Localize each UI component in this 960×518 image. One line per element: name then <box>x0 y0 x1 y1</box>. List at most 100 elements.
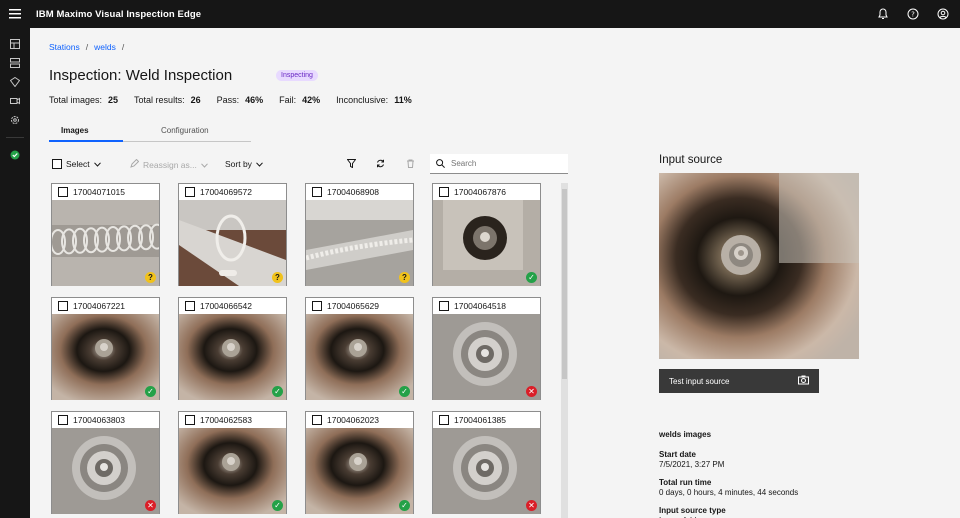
image-select-checkbox[interactable] <box>312 187 322 197</box>
image-id: 17004061385 <box>454 415 507 425</box>
image-card[interactable]: 17004067221 ✓ <box>51 297 160 400</box>
image-select-checkbox[interactable] <box>185 301 195 311</box>
image-id: 17004062023 <box>327 415 380 425</box>
app-title: IBM Maximo Visual Inspection Edge <box>36 8 202 20</box>
result-pass-icon: ✓ <box>526 272 537 283</box>
user-avatar-icon[interactable] <box>934 5 952 23</box>
image-card[interactable]: 17004062583 ✓ <box>178 411 287 514</box>
test-input-source-button[interactable]: Test input source <box>659 369 819 393</box>
input-source-preview-image <box>659 173 859 359</box>
breadcrumb-separator: / <box>121 42 125 52</box>
tab-configuration[interactable]: Configuration <box>161 126 209 135</box>
search-input[interactable] <box>451 159 561 168</box>
image-card[interactable]: 17004066542 ✓ <box>178 297 287 400</box>
image-select-checkbox[interactable] <box>185 415 195 425</box>
result-pass-icon: ✓ <box>272 500 283 511</box>
image-id: 17004067876 <box>454 187 507 197</box>
weld-thumbnail-image: ? <box>179 200 286 286</box>
card-header: 17004063803 <box>52 412 159 428</box>
image-id: 17004062583 <box>200 415 253 425</box>
image-select-checkbox[interactable] <box>439 187 449 197</box>
card-header: 17004064518 <box>433 298 540 314</box>
image-select-checkbox[interactable] <box>185 187 195 197</box>
breadcrumb-stations-link[interactable]: Stations <box>49 42 80 52</box>
image-card[interactable]: 17004071015? <box>51 183 160 286</box>
refresh-icon[interactable] <box>376 159 385 168</box>
weld-thumbnail-image: ✓ <box>179 428 286 514</box>
image-select-checkbox[interactable] <box>312 415 322 425</box>
tab-list: Images Configuration <box>49 124 251 142</box>
help-icon[interactable]: ? <box>904 5 922 23</box>
camera-icon <box>798 375 809 387</box>
dashboard-icon[interactable] <box>6 38 24 50</box>
image-id: 17004067221 <box>73 301 126 311</box>
result-fail-icon: ✕ <box>526 500 537 511</box>
card-header: 17004069572 <box>179 184 286 200</box>
run-time-value: 0 days, 0 hours, 4 minutes, 44 seconds <box>659 488 799 497</box>
stat-total-results: Total results: 26 <box>134 95 201 105</box>
hamburger-menu-icon[interactable] <box>0 0 30 28</box>
image-id: 17004071015 <box>73 187 126 197</box>
source-type-block: Input source typeImage folder <box>659 506 726 518</box>
image-select-checkbox[interactable] <box>312 301 322 311</box>
filter-icon[interactable] <box>347 159 356 168</box>
image-select-checkbox[interactable] <box>58 187 68 197</box>
card-header: 17004061385 <box>433 412 540 428</box>
image-card[interactable]: 17004069572? <box>178 183 287 286</box>
search-icon <box>436 155 445 173</box>
stat-fail: Fail: 42% <box>279 95 321 105</box>
top-header: IBM Maximo Visual Inspection Edge ? <box>0 0 960 28</box>
image-id: 17004068908 <box>327 187 380 197</box>
chevron-down-icon <box>93 159 101 169</box>
image-select-checkbox[interactable] <box>58 301 68 311</box>
breadcrumb: Stations / welds / <box>49 42 124 52</box>
image-grid: 17004071015? 17004069572? 17004068908? 1700… <box>51 183 556 518</box>
data-sets-icon[interactable] <box>6 57 24 69</box>
input-source-panel: Input source Test input source welds ima… <box>659 154 949 518</box>
tab-images[interactable]: Images <box>49 126 123 142</box>
delete-trash-icon[interactable] <box>406 159 415 168</box>
models-icon[interactable] <box>6 76 24 88</box>
image-card[interactable]: 17004064518 ✕ <box>432 297 541 400</box>
reassign-dropdown[interactable]: Reassign as... <box>130 158 208 170</box>
sort-by-dropdown[interactable]: Sort by <box>225 159 263 169</box>
image-card[interactable]: 17004063803 ✕ <box>51 411 160 514</box>
card-header: 17004067221 <box>52 298 159 314</box>
image-card[interactable]: 17004068908? <box>305 183 414 286</box>
select-all-checkbox[interactable] <box>52 159 62 169</box>
image-card[interactable]: 17004067876 ✓ <box>432 183 541 286</box>
stat-inconclusive: Inconclusive: 11% <box>336 95 412 105</box>
grid-scrollbar[interactable] <box>561 183 568 518</box>
nav-divider <box>6 137 24 138</box>
images-name: welds images <box>659 430 712 439</box>
image-card[interactable]: 17004065629 ✓ <box>305 297 414 400</box>
card-header: 17004068908 <box>306 184 413 200</box>
system-status-check-icon[interactable] <box>6 149 24 161</box>
image-select-checkbox[interactable] <box>439 301 449 311</box>
image-select-checkbox[interactable] <box>58 415 68 425</box>
search-box <box>430 154 568 174</box>
breadcrumb-welds-link[interactable]: welds <box>94 42 116 52</box>
source-type-label: Input source type <box>659 506 726 515</box>
select-dropdown[interactable]: Select <box>52 159 101 169</box>
image-id: 17004063803 <box>73 415 126 425</box>
notification-bell-icon[interactable] <box>874 5 892 23</box>
breadcrumb-separator: / <box>85 42 89 52</box>
scrollbar-thumb[interactable] <box>562 189 567 379</box>
start-date-block: Start date 7/5/2021, 3:27 PM <box>659 450 724 470</box>
page-title: Inspection: Weld Inspection <box>49 67 233 84</box>
weld-thumbnail-image: ✓ <box>433 200 540 286</box>
card-header: 17004062023 <box>306 412 413 428</box>
input-source-name: welds images <box>659 430 711 440</box>
image-select-checkbox[interactable] <box>439 415 449 425</box>
weld-thumbnail-image: ? <box>52 200 159 286</box>
weld-thumbnail-image: ✕ <box>433 314 540 400</box>
image-card[interactable]: 17004061385 ✕ <box>432 411 541 514</box>
settings-gear-icon[interactable] <box>6 114 24 126</box>
weld-thumbnail-image: ? <box>306 200 413 286</box>
result-pass-icon: ✓ <box>399 500 410 511</box>
camera-icon[interactable] <box>6 95 24 107</box>
chevron-down-icon <box>201 160 208 170</box>
image-card[interactable]: 17004062023 ✓ <box>305 411 414 514</box>
image-id: 17004064518 <box>454 301 507 311</box>
